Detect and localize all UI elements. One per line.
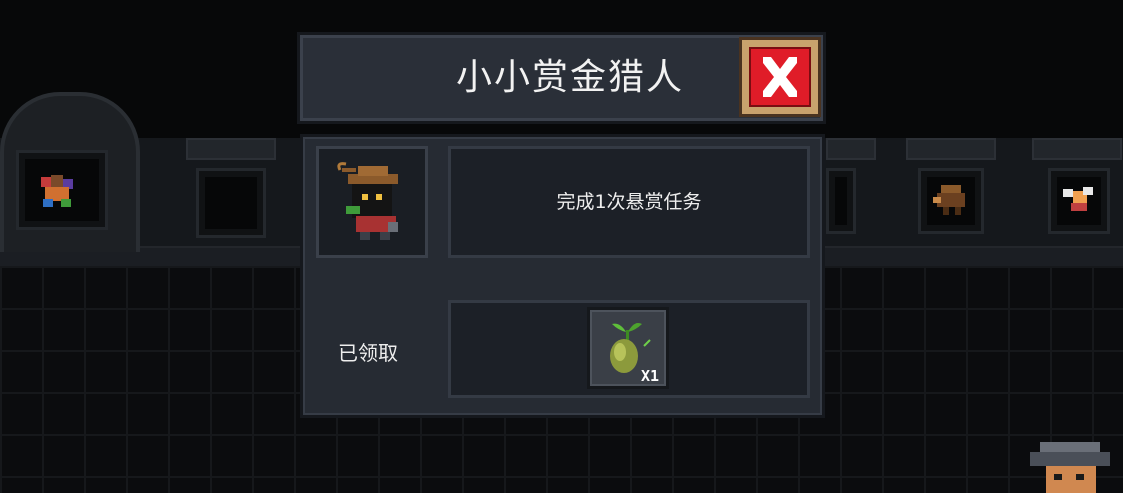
wall-pillar — [1032, 138, 1122, 160]
character-sprite-icon — [41, 175, 73, 207]
close-x-icon — [763, 57, 797, 97]
wall-pillar — [906, 138, 996, 160]
wall-pillar — [826, 138, 876, 160]
boar-character-icon — [933, 185, 965, 215]
dialog-title: 小小赏金猎人 — [455, 57, 684, 98]
task-description-box: 完成1次悬赏任务 — [448, 146, 810, 258]
achievement-portrait — [316, 146, 428, 258]
wall-pillar — [186, 138, 276, 160]
game-scene: 小小赏金猎人 完成1次悬赏任务 已领取 X1 — [0, 0, 1123, 493]
reward-quantity: X1 — [641, 367, 660, 385]
character-slot-4[interactable] — [918, 168, 984, 234]
task-description: 完成1次悬赏任务 — [556, 191, 702, 213]
character-slot-1[interactable] — [16, 150, 108, 230]
character-slot-5[interactable] — [1048, 168, 1110, 234]
winged-character-icon — [1063, 187, 1093, 211]
character-slot-3[interactable] — [826, 168, 856, 234]
close-button[interactable] — [739, 37, 821, 117]
character-slot-2[interactable] — [196, 168, 266, 238]
player-character-icon — [1030, 442, 1110, 493]
claim-status: 已领取 — [338, 341, 398, 365]
bounty-hunter-portrait-icon — [337, 162, 398, 240]
